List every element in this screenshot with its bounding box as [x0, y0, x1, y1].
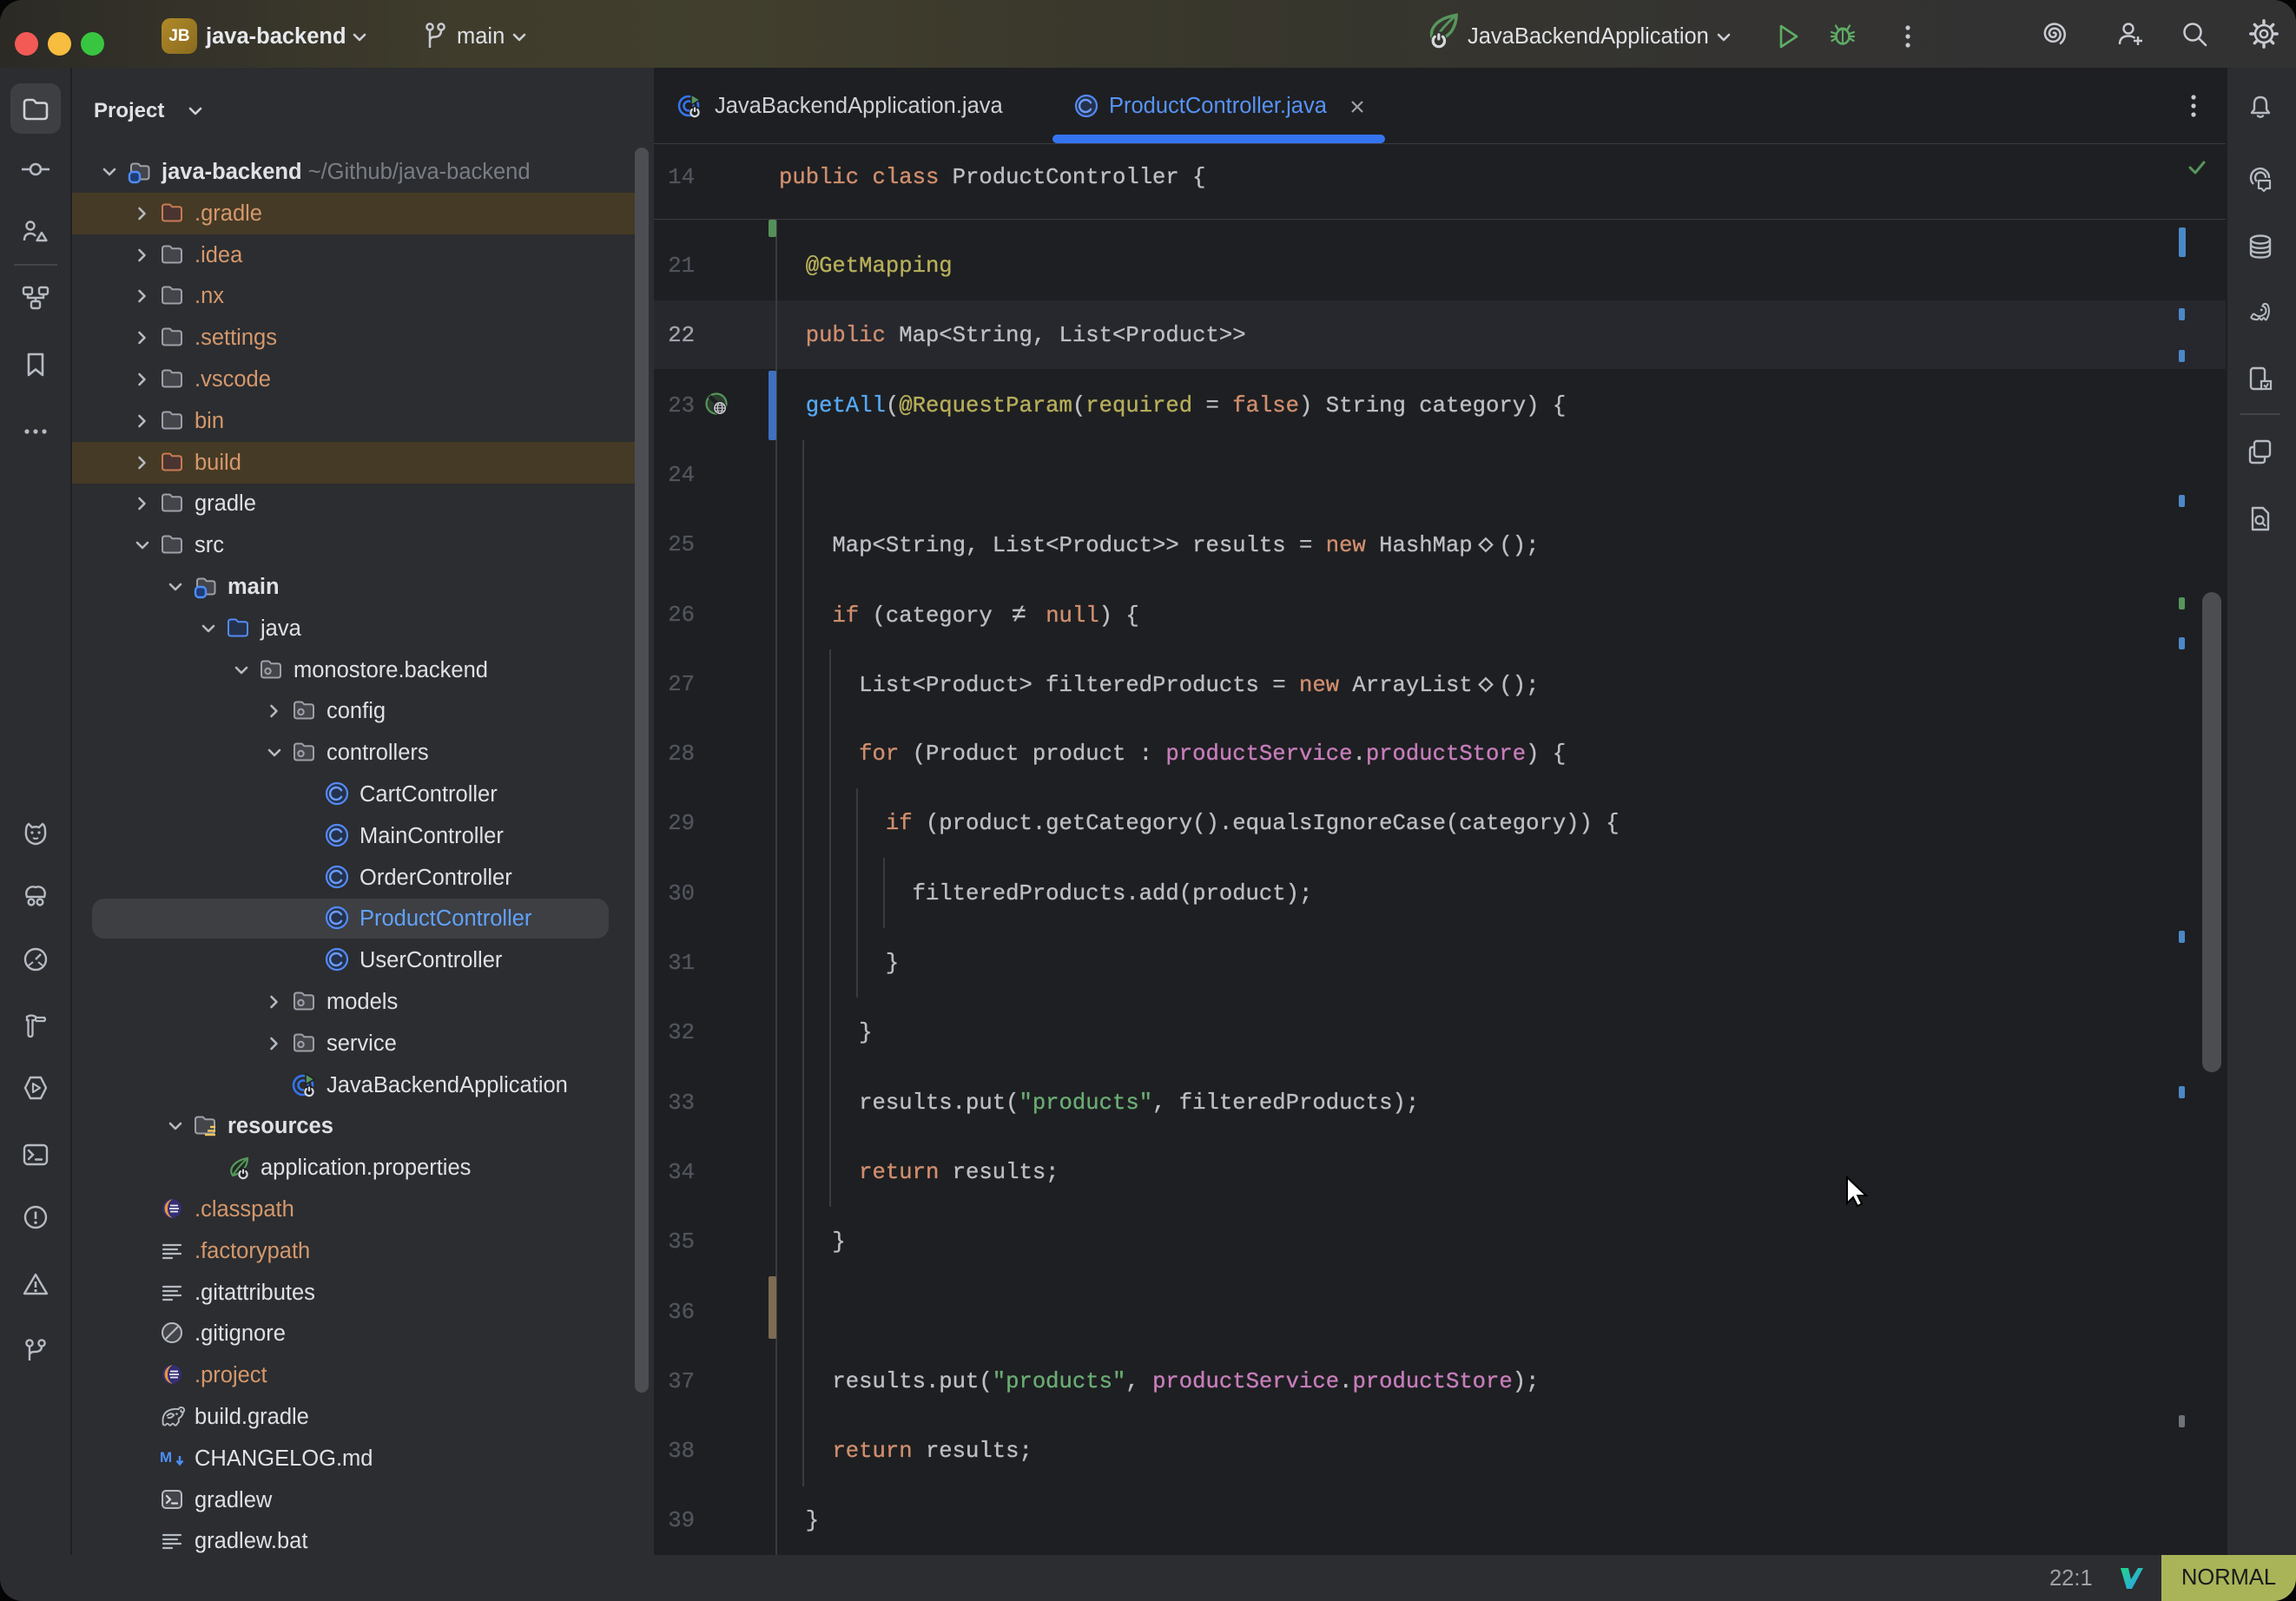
svg-text:M: M [160, 1449, 172, 1466]
